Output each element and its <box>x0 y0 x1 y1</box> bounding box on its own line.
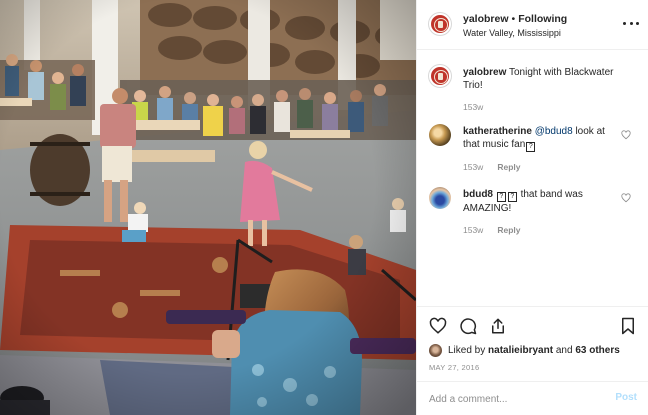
header-username[interactable]: yalobrew <box>463 13 509 25</box>
header-separator: • <box>511 13 516 25</box>
post-sidebar: yalobrew • Following Water Valley, Mississ… <box>416 0 648 415</box>
location-link[interactable]: Water Valley, Mississippi <box>463 28 561 38</box>
header-line: yalobrew • Following <box>463 13 567 25</box>
comment-meta: 153w Reply <box>463 162 520 172</box>
caption-avatar[interactable] <box>429 65 451 87</box>
comment-username[interactable]: katheratherine <box>463 126 532 137</box>
share-icon[interactable] <box>489 317 507 335</box>
heart-icon[interactable] <box>429 317 447 335</box>
post-photo[interactable] <box>0 0 416 415</box>
reply-button[interactable]: Reply <box>497 162 520 172</box>
dot-1 <box>623 21 626 25</box>
likes-conjunction: and <box>555 344 573 356</box>
reply-button[interactable]: Reply <box>497 225 520 235</box>
comment-icon[interactable] <box>459 317 477 335</box>
comment-age[interactable]: 153w <box>463 225 483 235</box>
more-dots-icon[interactable] <box>623 18 639 28</box>
following-button[interactable]: Following <box>518 13 567 25</box>
account-avatar[interactable] <box>429 13 451 35</box>
post-header: yalobrew • Following Water Valley, Mississ… <box>417 0 648 50</box>
comments-list: yalobrew Tonight with Blackwater Trio! 1… <box>417 51 648 305</box>
commenter-avatar[interactable] <box>429 124 451 146</box>
likes-summary: Liked by natalieibryant and 63 others <box>429 343 620 357</box>
unknown-glyph: ? <box>496 192 506 202</box>
caption-age[interactable]: 153w <box>463 102 483 112</box>
liker-avatar[interactable] <box>429 343 442 357</box>
unknown-glyph: ? <box>507 192 517 202</box>
commenter-avatar[interactable] <box>429 187 451 209</box>
instagram-post: yalobrew • Following Water Valley, Mississ… <box>0 0 648 415</box>
comment-username[interactable]: bdud8 <box>463 189 493 200</box>
comment-age[interactable]: 153w <box>463 162 483 172</box>
likes-others-link[interactable]: 63 others <box>575 345 619 356</box>
add-comment-input[interactable] <box>429 391 599 407</box>
comment-item: katheratherine @bdud8 look at that music… <box>417 124 648 174</box>
concert-crowd-photo <box>0 0 416 415</box>
post-actions: Liked by natalieibryant and 63 others MA… <box>417 306 648 415</box>
comment-meta: 153w Reply <box>463 225 520 235</box>
comment-item: bdud8 ?? that band was AMAZING! 153w Repl… <box>417 187 648 237</box>
likes-prefix: Liked by <box>448 344 486 356</box>
comment-text: katheratherine @bdud8 look at that music… <box>463 125 621 152</box>
add-comment-bar: Post <box>417 381 648 415</box>
like-comment-heart-icon[interactable] <box>621 130 631 140</box>
post-date[interactable]: MAY 27, 2016 <box>429 363 479 372</box>
like-comment-heart-icon[interactable] <box>621 193 631 203</box>
liker-username[interactable]: natalieibryant <box>488 345 553 356</box>
post-comment-button[interactable]: Post <box>615 392 637 403</box>
dot-3 <box>636 21 639 25</box>
comment-text: bdud8 ?? that band was AMAZING! <box>463 188 621 215</box>
caption-username[interactable]: yalobrew <box>463 67 506 78</box>
caption-text: yalobrew Tonight with Blackwater Trio! <box>463 66 621 92</box>
bookmark-icon[interactable] <box>619 317 637 335</box>
comment-mention[interactable]: @bdud8 <box>535 126 573 137</box>
dot-2 <box>629 21 633 25</box>
caption: yalobrew Tonight with Blackwater Trio! 1… <box>417 65 648 113</box>
unknown-glyph: ? <box>526 142 536 152</box>
